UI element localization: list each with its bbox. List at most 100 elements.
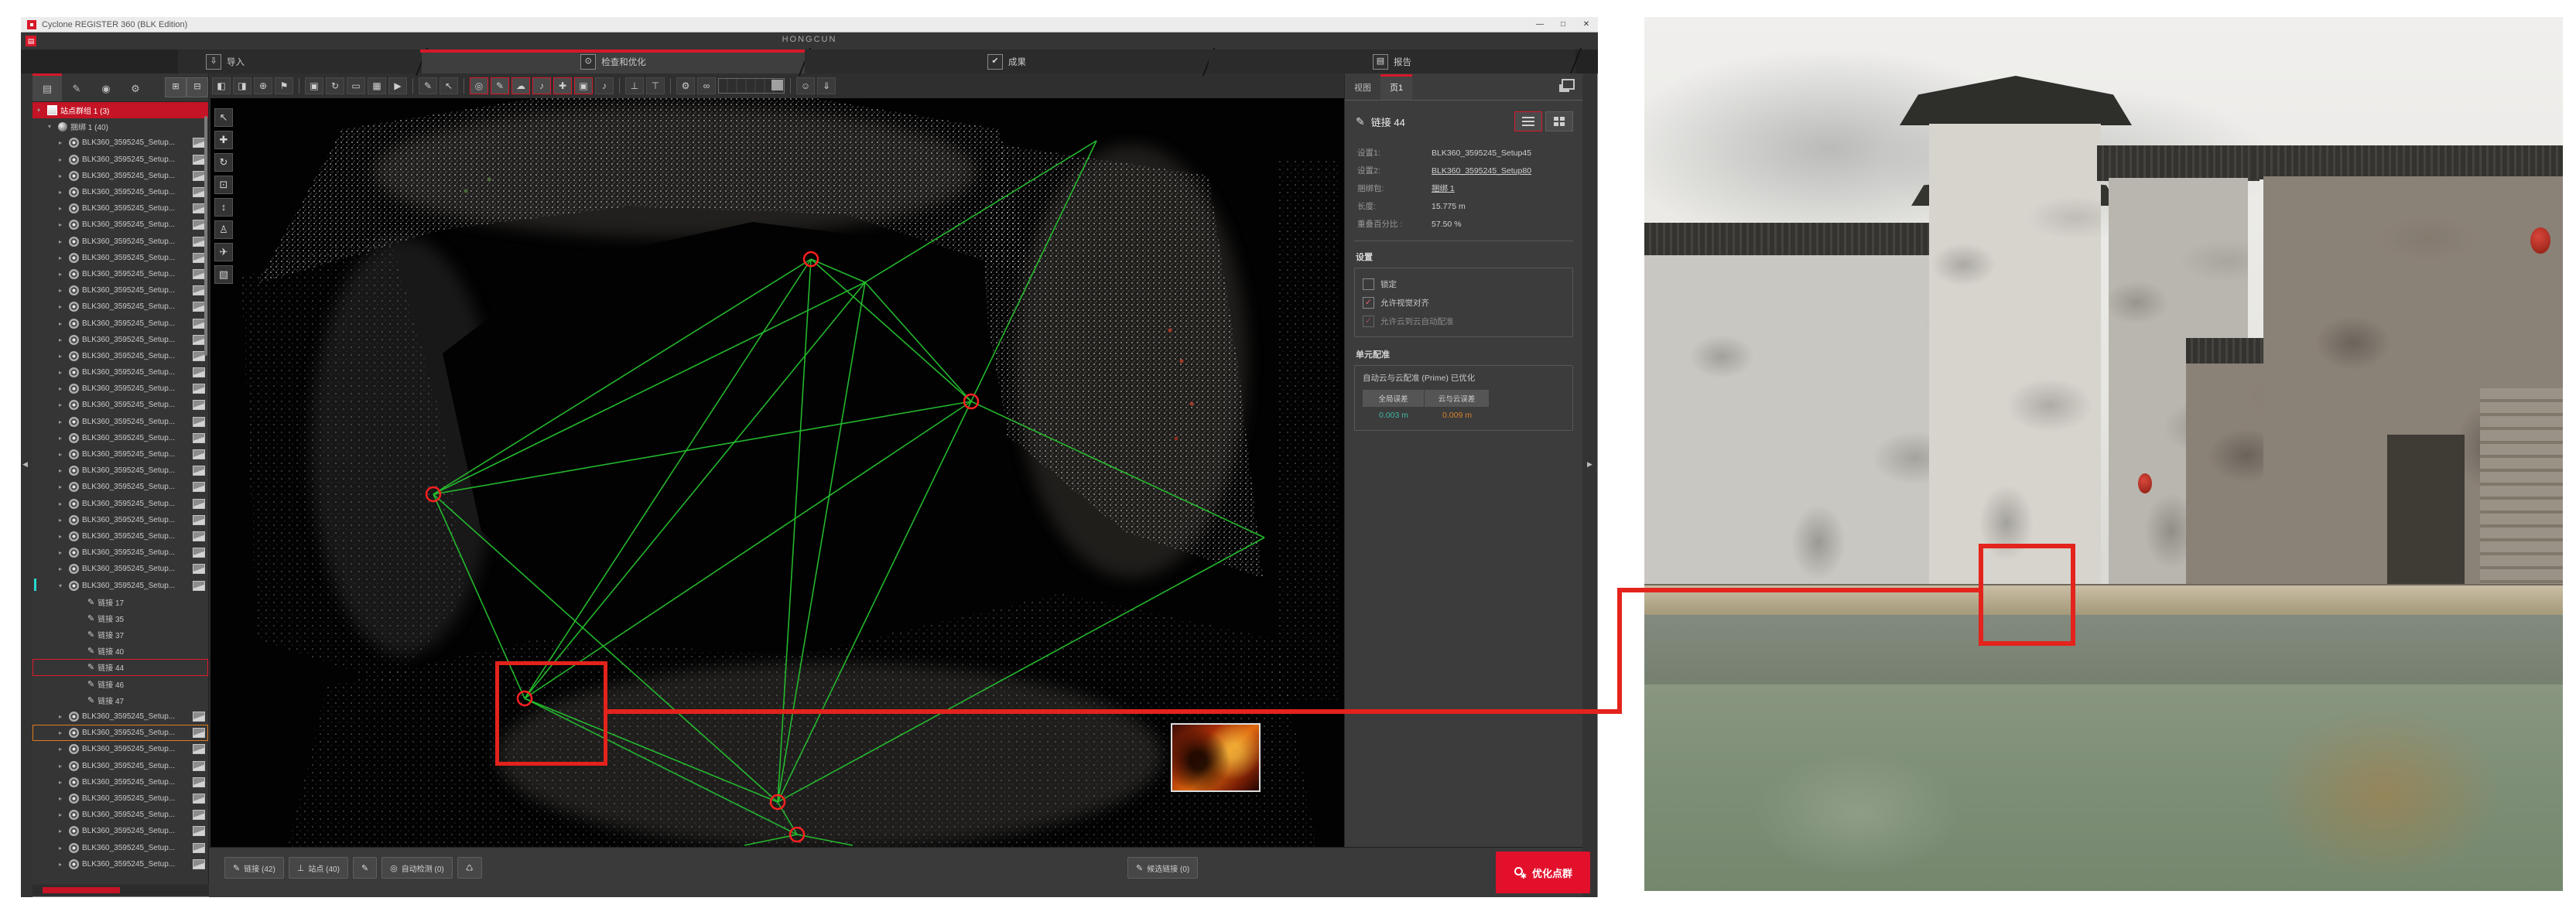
expander-icon[interactable]: ▸ [59, 271, 66, 278]
image-badge-icon[interactable] [193, 548, 205, 558]
tree-row-setup[interactable]: ▸BLK360_3595245_Setup... [32, 708, 208, 725]
expander-icon[interactable]: ▸ [59, 320, 66, 327]
tree-row-setup[interactable]: ▸BLK360_3595245_Setup... [32, 168, 208, 184]
image-badge-icon[interactable] [193, 499, 205, 509]
image-badge-icon[interactable] [193, 826, 205, 836]
tree-row-setup[interactable]: ▸BLK360_3595245_Setup... [32, 315, 208, 331]
property-value[interactable]: 捆绑 1 [1432, 183, 1455, 194]
image-badge-icon[interactable] [193, 728, 205, 738]
expander-icon[interactable]: ▸ [59, 861, 66, 868]
expander-icon[interactable]: ▸ [59, 713, 66, 720]
select-tool[interactable]: ↖ [214, 108, 233, 127]
expander-icon[interactable]: ▾ [59, 582, 66, 589]
tree-hscroll-thumb[interactable] [43, 887, 120, 893]
image-badge-icon[interactable] [193, 810, 205, 820]
image-badge-icon[interactable] [193, 531, 205, 541]
expander-icon[interactable]: ▸ [59, 221, 66, 228]
workflow-step-review[interactable]: ⊙检查和优化 [422, 49, 805, 73]
image-badge-icon[interactable] [193, 269, 205, 279]
optimize-bundle-button[interactable]: 优化点群 [1496, 852, 1590, 893]
expander-icon[interactable]: ▸ [59, 500, 66, 507]
workflow-step-finalize[interactable]: ✔成果 [805, 49, 1209, 73]
tree-row-link[interactable]: ✎链接 47 [32, 692, 208, 708]
tree-row-setup[interactable]: ▸BLK360_3595245_Setup... [32, 266, 208, 282]
expander-icon[interactable]: ▸ [59, 385, 66, 392]
expander-icon[interactable]: ▸ [59, 401, 66, 408]
tree-row-setup[interactable]: ▸BLK360_3595245_Setup... [32, 217, 208, 233]
tripod-icon[interactable]: ⊥ [625, 77, 644, 94]
image-badge-icon[interactable] [193, 482, 205, 492]
image-badge-icon[interactable] [193, 564, 205, 574]
tree-row-setup[interactable]: ▸BLK360_3595245_Setup... [32, 397, 208, 413]
panel-tab-view[interactable]: 视图 [1345, 74, 1380, 100]
image-badge-icon[interactable] [193, 203, 205, 213]
expander-icon[interactable]: ▸ [59, 451, 66, 458]
image-badge-icon[interactable] [193, 171, 205, 181]
workflow-step-import[interactable]: ⇩导入 [178, 49, 422, 73]
expander-icon[interactable]: ▸ [59, 811, 66, 818]
image-badge-icon[interactable] [193, 319, 205, 329]
image-badge-icon[interactable] [193, 744, 205, 754]
tree-row-setup[interactable]: ▸BLK360_3595245_Setup... [32, 479, 208, 495]
pan-tool[interactable]: ✚ [214, 131, 233, 149]
tree-row-setup[interactable]: ▾BLK360_3595245_Setup... [32, 577, 208, 593]
checkbox[interactable] [1363, 278, 1374, 290]
image-badge-icon[interactable] [193, 187, 205, 197]
image-badge-icon[interactable] [193, 777, 205, 787]
tree-row-setup[interactable]: ▸BLK360_3595245_Setup... [32, 823, 208, 839]
fly-tool[interactable]: ✈ [214, 243, 233, 261]
expander-icon[interactable]: ▸ [59, 156, 66, 163]
measure-tool[interactable]: ↕ [214, 198, 233, 217]
image-icon[interactable]: ▦ [368, 77, 386, 94]
tree-row-setup[interactable]: ▸BLK360_3595245_Setup... [32, 430, 208, 446]
tree-row-setup[interactable]: ▸BLK360_3595245_Setup... [32, 725, 208, 741]
tree-row-setup[interactable]: ▸BLK360_3595245_Setup... [32, 528, 208, 544]
screen-icon[interactable]: ▭ [347, 77, 365, 94]
tree-row-setup[interactable]: ▸BLK360_3595245_Setup... [32, 152, 208, 168]
tree-row-setup[interactable]: ▸BLK360_3595245_Setup... [32, 299, 208, 315]
checkbox[interactable]: ✓ [1363, 297, 1374, 309]
heatmap-thumbnail[interactable] [1171, 723, 1261, 792]
image-badge-icon[interactable] [193, 253, 205, 263]
tree-row-setup[interactable]: ▸BLK360_3595245_Setup... [32, 741, 208, 757]
image-badge-icon[interactable] [193, 400, 205, 410]
zoom-window-tool[interactable]: ⊡ [214, 176, 233, 194]
expander-icon[interactable]: ▾ [48, 123, 55, 130]
camera-icon[interactable]: ▣ [305, 77, 323, 94]
expander-icon[interactable]: ▸ [59, 189, 66, 196]
view-settings-icon[interactable]: ⚙ [676, 77, 695, 94]
avatar-icon[interactable]: ☺ [796, 77, 815, 94]
expander-icon[interactable]: ▸ [59, 254, 66, 261]
cursor-icon[interactable]: ↖ [440, 77, 458, 94]
close-button[interactable]: ✕ [1575, 18, 1598, 32]
tree-row-link[interactable]: ✎链接 17 [32, 594, 208, 610]
image-badge-icon[interactable] [193, 138, 205, 148]
collapse-left-icon[interactable]: ◀ [22, 460, 28, 469]
image-badge-icon[interactable] [193, 367, 205, 377]
image-badge-icon[interactable] [193, 433, 205, 443]
tree-tab-settings[interactable]: ⚙ [121, 73, 150, 101]
walk-tool[interactable]: ♙ [214, 220, 233, 239]
truslicer-control[interactable] [718, 78, 785, 94]
tree-row-link[interactable]: ✎链接 35 [32, 610, 208, 626]
expander-icon[interactable]: ▸ [59, 139, 66, 146]
lock-edit-icon[interactable]: ✚ [553, 77, 572, 94]
tree-row-setup[interactable]: ▸BLK360_3595245_Setup... [32, 348, 208, 364]
expander-icon[interactable]: ▸ [59, 828, 66, 835]
tree-row-setup[interactable]: ▸BLK360_3595245_Setup... [32, 250, 208, 266]
image-badge-icon[interactable] [193, 761, 205, 771]
tree-row-bundle[interactable]: ▾捆绑 1 (40) [32, 118, 208, 135]
tree-row-setup[interactable]: ▸BLK360_3595245_Setup... [32, 463, 208, 479]
image-badge-icon[interactable] [193, 384, 205, 394]
tree-scrollbar[interactable] [204, 116, 207, 356]
image-badge-icon[interactable] [193, 712, 205, 722]
tree-tab-links[interactable]: ✎ [62, 73, 91, 101]
tree-row-setup[interactable]: ▸BLK360_3595245_Setup... [32, 282, 208, 299]
expander-icon[interactable]: ▸ [59, 205, 66, 212]
expander-icon[interactable]: ▸ [59, 746, 66, 753]
cloud-download-icon[interactable]: ⇓ [817, 77, 836, 94]
expander-icon[interactable]: ▸ [59, 467, 66, 474]
list-view-toggle[interactable] [1514, 111, 1542, 131]
image-badge-icon[interactable] [193, 302, 205, 312]
setups-count-button[interactable]: ⊥站点 (40) [289, 857, 348, 879]
